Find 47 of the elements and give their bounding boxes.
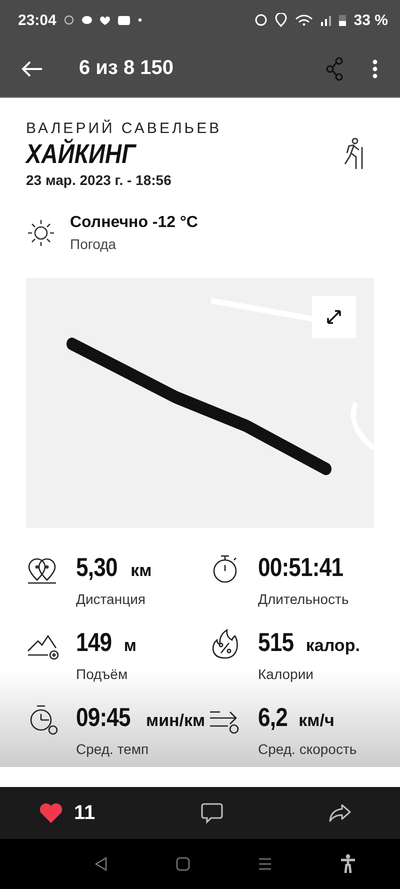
- activity-type: ХАЙКИНГ: [26, 139, 138, 170]
- back-arrow-icon[interactable]: [21, 60, 43, 78]
- athlete-name: ВАЛЕРИЙ САВЕЛЬЕВ: [26, 120, 222, 137]
- app-bar-title: 6 из 8 150: [79, 57, 174, 80]
- stat-value: 5,30: [76, 552, 118, 583]
- sun-icon: [26, 218, 56, 248]
- like-button[interactable]: 11: [38, 802, 96, 824]
- stat-value: 515: [258, 627, 294, 658]
- stat-unit: км/ч: [298, 711, 334, 731]
- share-arrow-icon[interactable]: [328, 803, 352, 823]
- wifi-icon: [294, 14, 313, 26]
- stat-label: Сред. темп: [76, 741, 150, 757]
- location-icon: [274, 13, 287, 27]
- back-nav-icon[interactable]: [94, 856, 108, 872]
- weather-label: Погода: [70, 236, 118, 252]
- stat-label: Калории: [258, 666, 314, 682]
- more-menu-icon[interactable]: [372, 58, 378, 78]
- stat-value: 09:45: [76, 702, 130, 733]
- dot-icon: [138, 18, 142, 22]
- stat-label: Длительность: [258, 591, 350, 607]
- activity-date: 23 мар. 2023 г. - 18:56: [26, 172, 172, 188]
- weather-value: Солнечно -12 °C: [70, 214, 198, 232]
- stat-label: Дистанция: [76, 591, 146, 607]
- battery-icon: [338, 14, 346, 26]
- stat-unit: калор.: [306, 636, 360, 656]
- video-icon: [118, 16, 130, 24]
- comment-icon[interactable]: [200, 802, 223, 824]
- stat-unit: м: [124, 636, 136, 656]
- chat-icon: [82, 16, 92, 24]
- stat-label: Сред. скорость: [258, 741, 357, 757]
- home-nav-icon[interactable]: [176, 857, 190, 871]
- stat-value: 149: [76, 627, 112, 658]
- accessibility-icon[interactable]: [340, 854, 356, 874]
- recents-nav-icon[interactable]: [258, 857, 272, 871]
- expand-icon: [325, 308, 343, 326]
- battery-percent: 33 %: [354, 12, 388, 28]
- status-time: 23:04: [18, 12, 56, 28]
- heart-icon: [38, 802, 64, 824]
- share-nodes-icon[interactable]: [326, 56, 344, 80]
- stat-unit: мин/км: [146, 711, 206, 731]
- stat-label: Подъём: [76, 666, 129, 682]
- stat-value: 00:51:41: [258, 552, 344, 583]
- stat-unit: км: [130, 561, 152, 581]
- stat-value: 6,2: [258, 702, 288, 733]
- heart-icon: [100, 16, 110, 24]
- signal-icon: [320, 14, 331, 26]
- expand-map-button[interactable]: [312, 296, 356, 338]
